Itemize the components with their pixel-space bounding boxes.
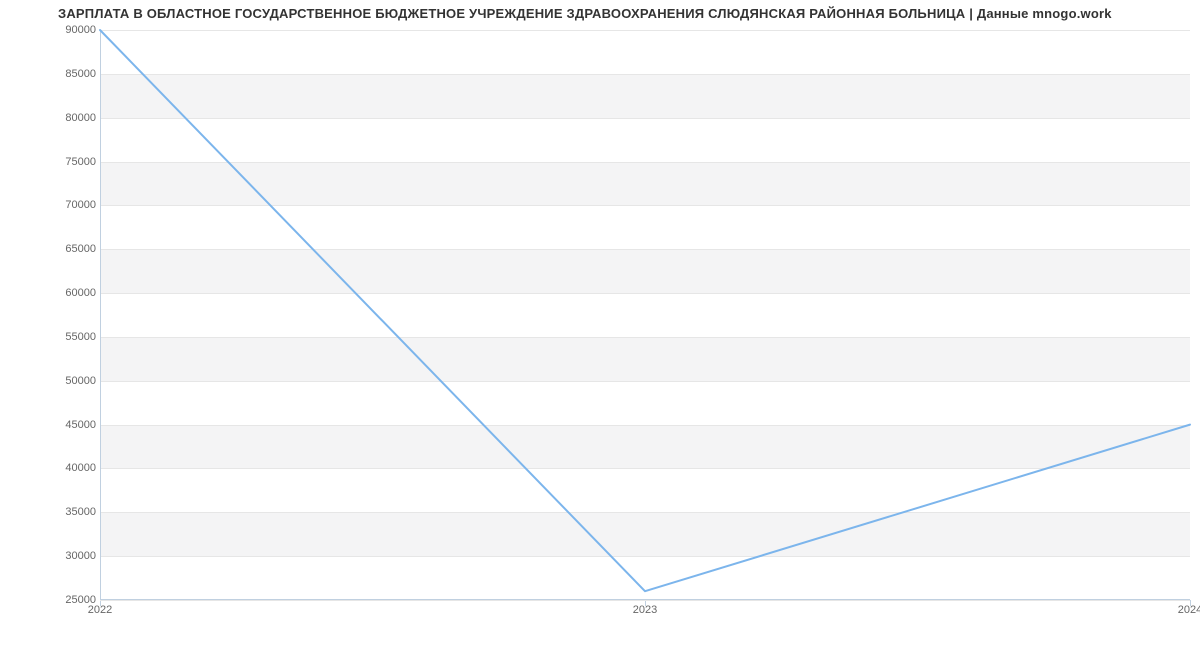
x-tick-label: 2022: [88, 604, 112, 616]
y-tick-label: 75000: [6, 156, 96, 168]
grid-line: [100, 600, 1190, 601]
y-tick-label: 35000: [6, 506, 96, 518]
y-tick-label: 70000: [6, 199, 96, 211]
line-series: [100, 30, 1190, 600]
x-tick-label: 2024: [1178, 604, 1200, 616]
chart-title: ЗАРПЛАТА В ОБЛАСТНОЕ ГОСУДАРСТВЕННОЕ БЮД…: [58, 6, 1112, 21]
y-tick-label: 90000: [6, 24, 96, 36]
y-tick-label: 25000: [6, 594, 96, 606]
y-tick-label: 45000: [6, 419, 96, 431]
y-tick-label: 30000: [6, 550, 96, 562]
y-tick-label: 80000: [6, 112, 96, 124]
y-tick-label: 40000: [6, 462, 96, 474]
y-tick-label: 50000: [6, 375, 96, 387]
y-tick-label: 85000: [6, 68, 96, 80]
plot-area[interactable]: [100, 30, 1190, 600]
chart-container: ЗАРПЛАТА В ОБЛАСТНОЕ ГОСУДАРСТВЕННОЕ БЮД…: [0, 0, 1200, 650]
y-tick-label: 55000: [6, 331, 96, 343]
y-tick-label: 65000: [6, 243, 96, 255]
x-tick-label: 2023: [633, 604, 657, 616]
y-tick-label: 60000: [6, 287, 96, 299]
